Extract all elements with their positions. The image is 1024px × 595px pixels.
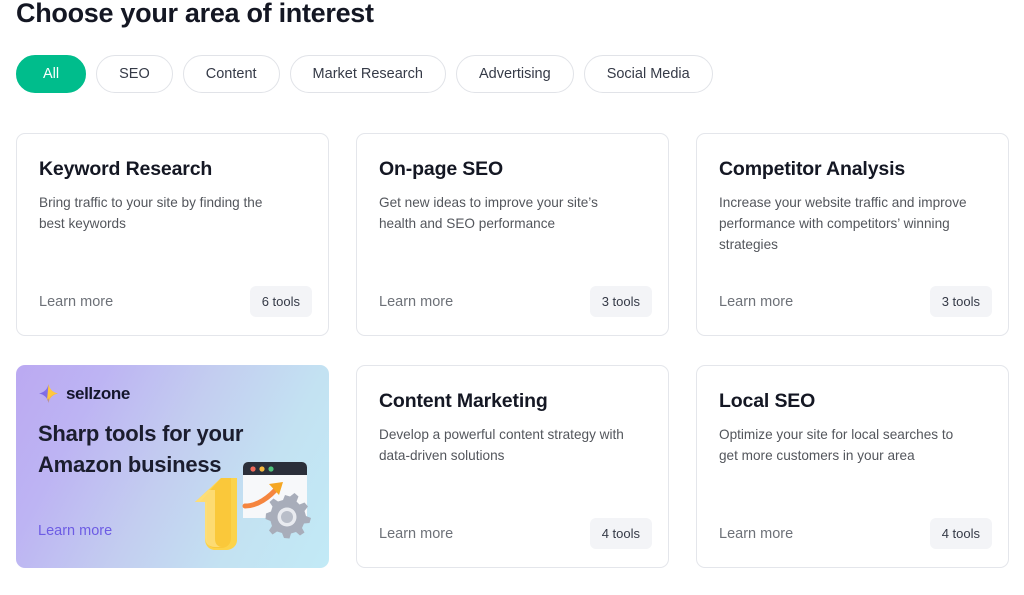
card-title: Keyword Research (39, 158, 213, 180)
filter-pill-label: SEO (119, 65, 150, 82)
promo-learn-more-link[interactable]: Learn more (38, 521, 112, 541)
learn-more-link[interactable]: Learn more (719, 292, 793, 312)
card-footer: Learn more 6 tools (39, 286, 312, 317)
category-card-keyword-research[interactable]: Keyword Research Bring traffic to your s… (16, 133, 329, 336)
promo-headline: Sharp tools for your Amazon business (38, 421, 244, 477)
card-description: Bring traffic to your site by finding th… (39, 195, 263, 231)
category-filter-bar: All SEO Content Market Research Advertis… (16, 55, 713, 93)
card-title: On-page SEO (379, 158, 504, 180)
card-footer: Learn more 4 tools (719, 518, 992, 549)
tools-count-badge: 3 tools (589, 286, 652, 317)
card-footer: Learn more 3 tools (719, 286, 992, 317)
filter-pill-label: All (43, 65, 60, 82)
filter-pill-label: Market Research (312, 65, 423, 82)
card-description: Optimize your site for local searches to… (719, 427, 954, 463)
category-card-local-seo[interactable]: Local SEO Optimize your site for local s… (696, 365, 1009, 568)
filter-pill-content[interactable]: Content (182, 55, 280, 93)
tools-count-badge: 4 tools (929, 518, 992, 549)
filter-pill-all[interactable]: All (16, 55, 87, 93)
area-of-interest-page: Choose your area of interest All SEO Con… (0, 0, 1024, 595)
learn-more-link[interactable]: Learn more (719, 524, 793, 544)
promo-brand-name: sellzone (66, 383, 130, 403)
sellzone-logo-icon (39, 383, 58, 403)
tools-count-badge: 3 tools (929, 286, 992, 317)
page-title: Choose your area of interest (16, 0, 374, 28)
promo-card-sellzone[interactable]: sellzone Sharp tools for your Amazon bus… (16, 365, 329, 568)
card-description: Develop a powerful content strategy with… (379, 427, 624, 463)
learn-more-link[interactable]: Learn more (379, 524, 453, 544)
learn-more-link[interactable]: Learn more (379, 292, 453, 312)
category-card-content-marketing[interactable]: Content Marketing Develop a powerful con… (356, 365, 669, 568)
filter-pill-label: Social Media (606, 65, 690, 82)
promo-brand: sellzone (38, 382, 307, 404)
tools-count-badge: 4 tools (589, 518, 652, 549)
category-card-competitor-analysis[interactable]: Competitor Analysis Increase your websit… (696, 133, 1009, 336)
filter-pill-advertising[interactable]: Advertising (455, 55, 574, 93)
card-footer: Learn more 3 tools (379, 286, 652, 317)
card-title: Competitor Analysis (719, 158, 906, 180)
card-description: Get new ideas to improve your site’s hea… (379, 195, 598, 231)
card-title: Local SEO (719, 390, 816, 412)
card-description: Increase your website traffic and improv… (719, 195, 967, 252)
tools-count-badge: 6 tools (249, 286, 312, 317)
category-card-on-page-seo[interactable]: On-page SEO Get new ideas to improve you… (356, 133, 669, 336)
filter-pill-seo[interactable]: SEO (96, 55, 173, 93)
card-title: Content Marketing (379, 390, 548, 412)
learn-more-link[interactable]: Learn more (39, 292, 113, 312)
filter-pill-label: Content (205, 65, 257, 82)
category-card-grid: Keyword Research Bring traffic to your s… (16, 133, 1010, 568)
filter-pill-market-research[interactable]: Market Research (289, 55, 446, 93)
filter-pill-label: Advertising (478, 65, 551, 82)
filter-pill-social-media[interactable]: Social Media (583, 55, 713, 93)
card-footer: Learn more 4 tools (379, 518, 652, 549)
